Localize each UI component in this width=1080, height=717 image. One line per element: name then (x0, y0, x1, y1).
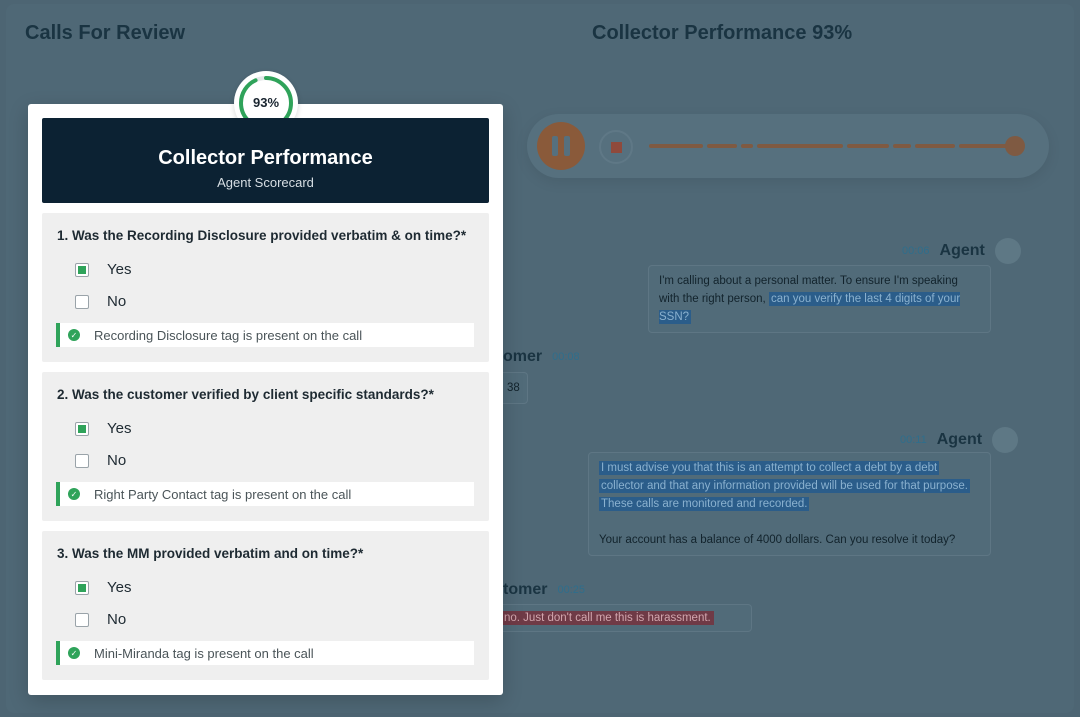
message-text: Your account has a balance of 4000 dolla… (599, 534, 956, 546)
scorecard-subtitle: Agent Scorecard (217, 175, 314, 190)
question-text: 2. Was the customer verified by client s… (57, 387, 434, 402)
option-label: Yes (107, 261, 132, 278)
check-circle-icon: ✓ (68, 329, 80, 341)
transcript-message: I must advise you that this is an attemp… (588, 452, 991, 556)
message-text: 38 (507, 382, 520, 394)
option-label: No (107, 452, 127, 469)
option-label: No (107, 611, 127, 628)
checkbox-unchecked[interactable] (75, 294, 89, 309)
audio-progress-track[interactable] (649, 136, 1025, 156)
option-label: No (107, 293, 127, 310)
scorecard-title: Collector Performance (158, 147, 373, 169)
tag-status: ✓ Mini-Miranda tag is present on the cal… (56, 641, 474, 665)
checkbox-checked[interactable] (75, 262, 89, 277)
checkbox-unchecked[interactable] (75, 453, 89, 468)
timestamp: 00:06 (902, 245, 930, 257)
option-no[interactable]: No (75, 611, 126, 628)
agent-scorecard-card: 93% Collector Performance Agent Scorecar… (28, 71, 503, 695)
speaker-name: Agent (936, 431, 983, 448)
speaker-name: omer (503, 348, 543, 365)
speaker-name: Agent (939, 242, 985, 259)
timestamp: 00:11 (900, 434, 927, 446)
option-yes[interactable]: Yes (75, 420, 131, 437)
collector-performance-heading: Collector Performance 93% (592, 22, 853, 44)
check-circle-icon: ✓ (68, 647, 80, 659)
transcript-message: I'm calling about a personal matter. To … (648, 265, 991, 333)
highlighted-phrase: I must advise you that this is an attemp… (599, 461, 940, 475)
transcript-speaker-row: 00:11 Agent (900, 427, 1019, 453)
highlighted-phrase: no. Just don't call me this is harassmen… (501, 611, 714, 625)
option-label: Yes (107, 579, 132, 596)
question-block: 1. Was the Recording Disclosure provided… (42, 213, 489, 362)
option-label: Yes (107, 420, 132, 437)
tag-status-text: Recording Disclosure tag is present on t… (94, 327, 363, 343)
highlighted-phrase: These calls are monitored and recorded. (599, 497, 810, 511)
checkbox-checked[interactable] (75, 421, 89, 436)
tag-status-text: Mini-Miranda tag is present on the call (94, 645, 314, 661)
timestamp: 00:25 (557, 584, 585, 596)
tag-status-text: Right Party Contact tag is present on th… (94, 486, 352, 502)
stop-button[interactable] (599, 130, 633, 164)
audio-scrubber-handle[interactable] (1005, 136, 1025, 156)
question-block: 3. Was the MM provided verbatim and on t… (42, 531, 489, 680)
scorecard-header: Collector Performance Agent Scorecard (42, 118, 489, 203)
checkbox-checked[interactable] (75, 580, 89, 595)
highlighted-phrase: collector and that any information provi… (599, 479, 970, 493)
question-text: 3. Was the MM provided verbatim and on t… (57, 546, 364, 561)
question-block: 2. Was the customer verified by client s… (42, 372, 489, 521)
option-no[interactable]: No (75, 293, 126, 310)
stop-icon (610, 141, 622, 153)
tag-status: ✓ Right Party Contact tag is present on … (56, 482, 474, 506)
pause-icon (552, 136, 570, 156)
pause-button[interactable] (537, 122, 585, 170)
question-text: 1. Was the Recording Disclosure provided… (57, 228, 467, 243)
timestamp: 00:08 (552, 351, 580, 363)
transcript-speaker-row: 00:06 Agent (902, 238, 1021, 264)
speaker-name: tomer (503, 581, 548, 598)
transcript-speaker-row: omer 00:08 (503, 348, 580, 366)
option-yes[interactable]: Yes (75, 261, 131, 278)
transcript-message: no. Just don't call me this is harassmen… (496, 604, 752, 632)
tag-status: ✓ Recording Disclosure tag is present on… (56, 323, 474, 347)
transcript-speaker-row: tomer 00:25 (503, 581, 585, 599)
audio-player (527, 114, 1049, 178)
option-no[interactable]: No (75, 452, 126, 469)
checkbox-unchecked[interactable] (75, 612, 89, 627)
calls-for-review-title: Calls For Review (25, 22, 186, 44)
check-circle-icon: ✓ (68, 488, 80, 500)
avatar (994, 238, 1021, 264)
avatar (992, 427, 1019, 453)
option-yes[interactable]: Yes (75, 579, 131, 596)
